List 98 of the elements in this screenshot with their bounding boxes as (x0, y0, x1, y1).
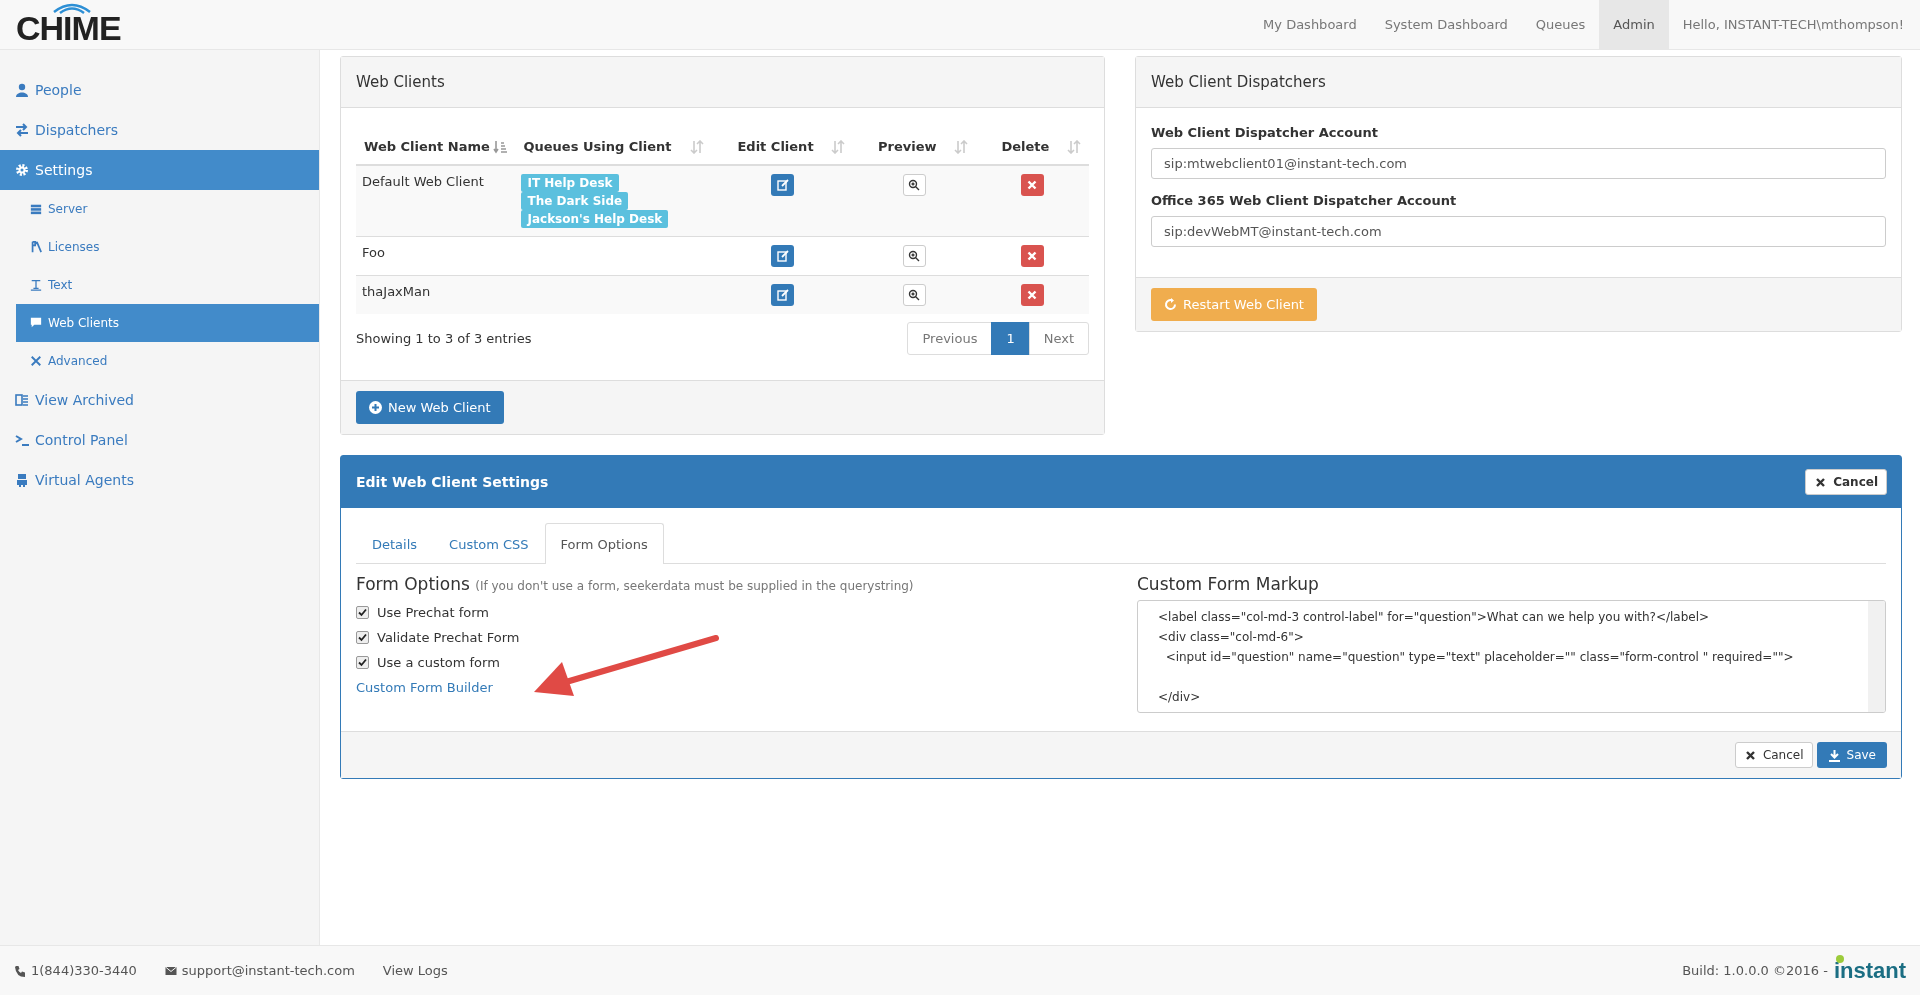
zoom-icon (908, 289, 921, 301)
phone-icon (14, 964, 26, 977)
delete-button[interactable] (1020, 174, 1044, 196)
pagination-button[interactable]: Next (1028, 322, 1089, 355)
table-cell: thaJaxMan (356, 275, 516, 314)
nav-link[interactable]: System Dashboard (1370, 0, 1522, 49)
sidebar-subitem[interactable]: Licenses (16, 228, 319, 266)
nav-link[interactable]: Queues (1521, 0, 1600, 49)
nav-link[interactable]: My Dashboard (1249, 0, 1371, 49)
edit-button[interactable] (771, 245, 795, 267)
sidebar-item[interactable]: Virtual Agents (0, 460, 319, 500)
custom-form-builder-link[interactable]: Custom Form Builder (356, 680, 493, 695)
sidebar-item[interactable]: Settings (0, 150, 319, 190)
checkbox-label: Validate Prechat Form (377, 630, 520, 645)
delete-button[interactable] (1020, 245, 1044, 267)
text-icon (30, 279, 42, 291)
section-heading: Form Options (356, 574, 470, 594)
checkbox[interactable] (356, 631, 369, 644)
new-web-client-button[interactable]: New Web Client (356, 391, 504, 424)
mail-icon (164, 964, 177, 977)
queue-tag: The Dark Side (521, 192, 629, 210)
robot-icon (15, 473, 29, 487)
server-icon (30, 203, 42, 215)
queue-tag: Jackson's Help Desk (521, 210, 669, 228)
edit-icon (776, 289, 789, 301)
tools-icon (30, 355, 42, 367)
sidebar-subitem[interactable]: Web Clients (16, 304, 319, 342)
pagination-button[interactable]: 1 (991, 322, 1030, 355)
save-button[interactable]: Save (1816, 742, 1887, 768)
pagination-button[interactable]: Previous (907, 322, 993, 355)
close-icon (1814, 475, 1828, 489)
field-label: Office 365 Web Client Dispatcher Account (1151, 193, 1458, 208)
sort-icon (690, 139, 705, 154)
build-info: Build: 1.0.0.0 ©2016 - (1682, 963, 1828, 978)
delete-button[interactable] (1020, 284, 1044, 306)
zoom-icon (908, 250, 921, 262)
download-icon (1827, 748, 1841, 762)
sidebar-item[interactable]: People (0, 70, 319, 110)
field-label: Web Client Dispatcher Account (1151, 125, 1379, 140)
scrollbar[interactable] (1868, 601, 1885, 712)
preview-button[interactable] (902, 245, 926, 267)
tab[interactable]: Custom CSS (433, 523, 545, 564)
section-heading: Custom Form Markup (1137, 574, 1320, 594)
support-email[interactable]: support@instant-tech.com (181, 963, 355, 978)
markup-textarea[interactable]: <label class="col-md-3 control-label" for="question">What can we help you with?</label> <div class="col-md-6"> <input id="question" name="question" type="text" placeholder="" class="form-control " required=""> </div> (1137, 600, 1886, 713)
edit-button[interactable] (771, 284, 795, 306)
sort-icon (830, 139, 845, 154)
user-greeting[interactable]: Hello, INSTANT-TECH\mthompson! (1668, 17, 1904, 32)
queue-tag: IT Help Desk (521, 174, 619, 192)
checkbox[interactable] (356, 656, 369, 669)
edit-icon (776, 250, 789, 262)
tab[interactable]: Form Options (544, 523, 664, 564)
checkbox-label: Use a custom form (377, 655, 500, 670)
entries-info: Showing 1 to 3 of 3 entries (356, 331, 532, 346)
panel-title: Web Client Dispatchers (1136, 57, 1901, 108)
checkbox-label: Use Prechat form (377, 605, 489, 620)
chat-icon (30, 317, 42, 329)
sort-icon (953, 139, 968, 154)
brand-logo: instant (1833, 957, 1906, 984)
close-icon (1026, 250, 1039, 262)
preview-button[interactable] (902, 284, 926, 306)
panel-title: Edit Web Client Settings (356, 474, 549, 490)
view-logs-link[interactable]: View Logs (382, 963, 448, 978)
sidebar-subitem[interactable]: Text (16, 266, 319, 304)
cancel-button[interactable]: Cancel (1805, 469, 1887, 495)
table-cell: Default Web Client (356, 165, 516, 237)
refresh-icon (1164, 298, 1177, 311)
close-icon (1743, 748, 1757, 762)
edit-icon (776, 179, 789, 191)
sort-icon (1067, 139, 1081, 154)
sidebar-item[interactable]: Control Panel (0, 420, 319, 460)
preview-button[interactable] (902, 174, 926, 196)
zoom-icon (908, 179, 921, 191)
checkbox[interactable] (356, 606, 369, 619)
cancel-button[interactable]: Cancel (1734, 742, 1813, 768)
input-field[interactable]: sip:mtwebclient01@instant-tech.com (1151, 148, 1886, 179)
sidebar-subitem[interactable]: Server (16, 190, 319, 228)
tab[interactable]: Details (356, 523, 434, 564)
phone-number[interactable]: 1(844)330-3440 (31, 963, 137, 978)
plus-circle-icon (369, 401, 382, 414)
close-icon (1026, 289, 1039, 301)
archive-icon (15, 393, 29, 407)
terminal-icon (15, 433, 29, 447)
sidebar-item[interactable]: View Archived (0, 380, 319, 420)
sidebar-item[interactable]: Dispatchers (0, 110, 319, 150)
person-icon (15, 83, 29, 97)
settings-icon (15, 163, 29, 177)
hint-text: (If you don't use a form, seekerdata must be supplied in the querystring) (475, 579, 914, 593)
input-field[interactable]: sip:devWebMT@instant-tech.com (1151, 216, 1886, 247)
arrows-icon (15, 123, 29, 137)
sort-ascending-icon (493, 139, 508, 154)
close-icon (1026, 179, 1039, 191)
edit-button[interactable] (771, 174, 795, 196)
signal-icon (52, 1, 92, 14)
logo[interactable]: CHIME (16, 12, 121, 43)
nav-link[interactable]: Admin (1599, 0, 1669, 49)
panel-title: Web Clients (341, 57, 1104, 108)
sidebar-subitem[interactable]: Advanced (16, 342, 319, 380)
